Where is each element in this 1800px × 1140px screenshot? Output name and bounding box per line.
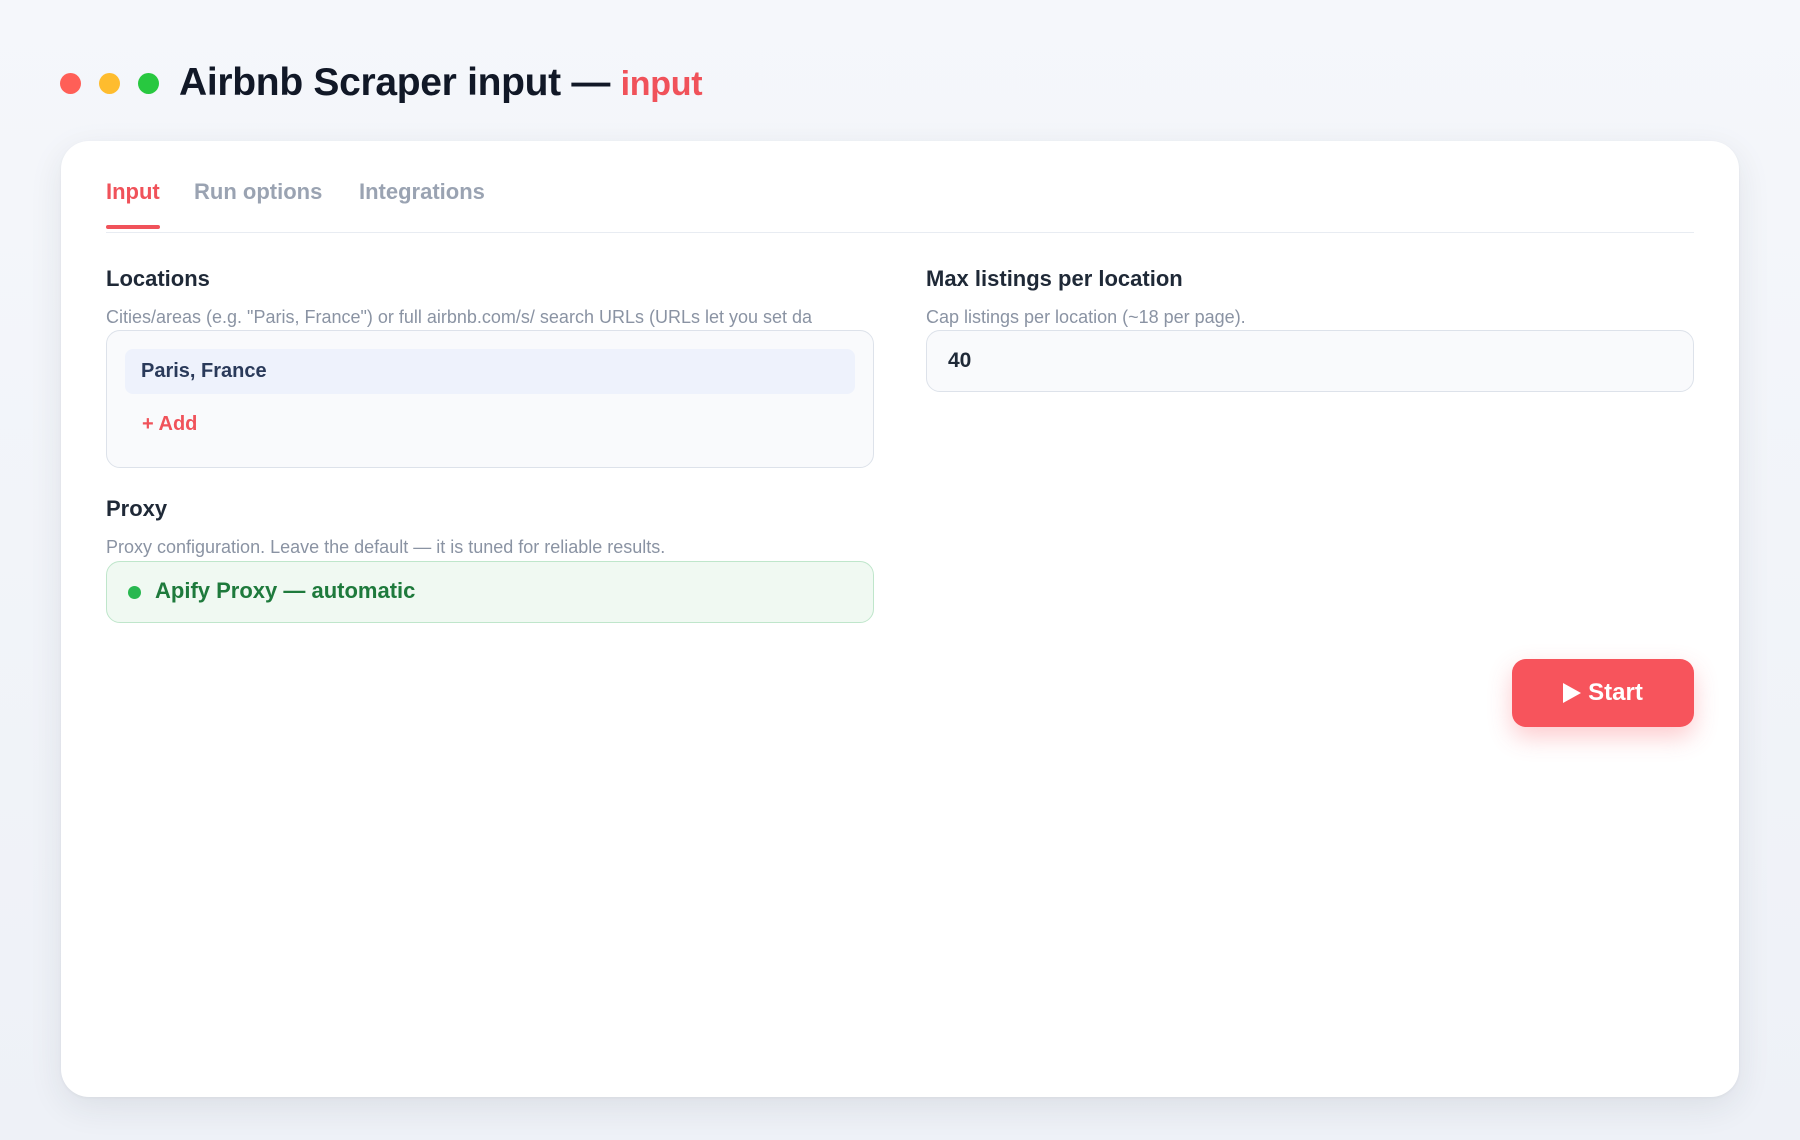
window-titlebar: Airbnb Scraper input — input xyxy=(60,58,703,108)
add-location-button[interactable]: + Add xyxy=(142,413,197,436)
max-listings-field-header: Max listings per location Cap listings p… xyxy=(926,266,1694,328)
minimize-window-button[interactable] xyxy=(99,72,120,94)
max-listings-label: Max listings per location xyxy=(926,266,1183,291)
page-title: Airbnb Scraper input — input xyxy=(179,61,703,105)
zoom-window-button[interactable] xyxy=(138,72,159,94)
proxy-help-text: Proxy configuration. Leave the default —… xyxy=(106,537,666,557)
locations-list: Paris, France + Add xyxy=(106,330,874,468)
max-listings-input[interactable]: 40 xyxy=(926,330,1694,392)
page-title-accent: input xyxy=(620,65,703,103)
proxy-status-icon xyxy=(128,586,141,599)
tab-run-options[interactable]: Run options xyxy=(194,179,322,225)
proxy-config-value: Apify Proxy — automatic xyxy=(155,578,416,603)
start-button-label: Start xyxy=(1588,679,1643,706)
proxy-field-header: Proxy Proxy configuration. Leave the def… xyxy=(106,496,874,558)
start-button[interactable]: Start xyxy=(1512,659,1694,727)
locations-help-text: Cities/areas (e.g. "Paris, France") or f… xyxy=(106,307,813,327)
proxy-label: Proxy xyxy=(106,496,168,521)
tab-bar: Input Run options Integrations xyxy=(106,141,1694,233)
tab-input[interactable]: Input xyxy=(106,179,160,229)
locations-label: Locations xyxy=(106,266,210,291)
play-icon xyxy=(1563,683,1582,703)
proxy-config-select[interactable]: Apify Proxy — automatic xyxy=(106,561,874,623)
locations-field-header: Locations Cities/areas (e.g. "Paris, Fra… xyxy=(106,266,874,328)
page-title-main: Airbnb Scraper input — xyxy=(179,61,611,104)
input-card: Input Run options Integrations Locations… xyxy=(61,141,1739,1097)
max-listings-help-text: Cap listings per location (~18 per page)… xyxy=(926,307,1246,327)
tab-integrations[interactable]: Integrations xyxy=(359,179,485,225)
location-item[interactable]: Paris, France xyxy=(125,349,855,394)
close-window-button[interactable] xyxy=(60,72,81,94)
